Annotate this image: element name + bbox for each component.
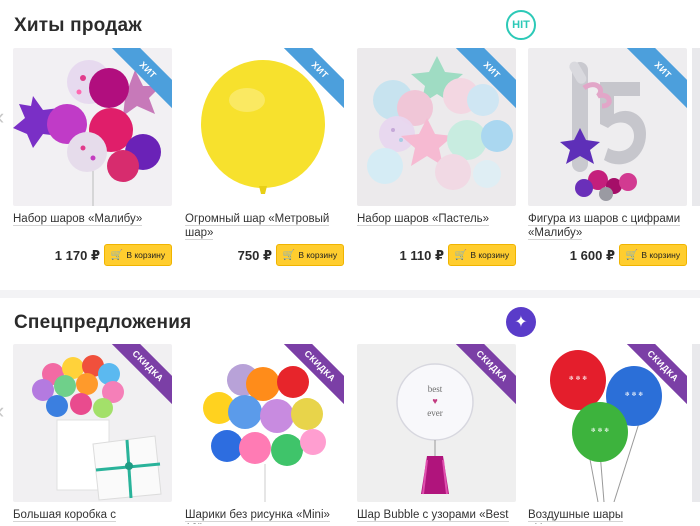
next-card-peek[interactable] bbox=[692, 344, 700, 502]
product-title[interactable]: Шарики без рисунка «Mini» 10" bbox=[185, 508, 344, 524]
svg-text:❄ ❄ ❄: ❄ ❄ ❄ bbox=[591, 427, 609, 434]
svg-text:♥: ♥ bbox=[432, 396, 437, 406]
add-to-cart-button[interactable]: 🛒 В корзину bbox=[448, 244, 516, 266]
product-price: 750 ₽ bbox=[237, 248, 272, 263]
product-card[interactable]: ХИТ Набор шаров «Пастель» 1 110 ₽ 🛒 В кор… bbox=[357, 48, 516, 268]
offers-section-title: Спецпредложения bbox=[14, 312, 192, 333]
product-image[interactable]: ХИТ bbox=[13, 48, 172, 206]
svg-text:❄ ❄ ❄: ❄ ❄ ❄ bbox=[625, 391, 643, 398]
svg-text:❄ ❄ ❄: ❄ ❄ ❄ bbox=[569, 375, 587, 382]
buy-row: 1 600 ₽ 🛒 В корзину bbox=[528, 244, 687, 268]
product-image[interactable]: ХИТ bbox=[185, 48, 344, 206]
cart-icon: 🛒 bbox=[454, 249, 468, 261]
product-price: 1 110 ₽ bbox=[399, 248, 444, 263]
product-card[interactable]: ХИТ Огромный шар «Метровый шар» 750 ₽ 🛒 В… bbox=[185, 48, 344, 268]
product-title[interactable]: Большая коробка с шариками bbox=[13, 508, 172, 524]
carousel-prev-arrow-icon[interactable]: ‹ bbox=[0, 104, 7, 130]
product-card[interactable]: СКИДКА Большая коробка с шариками bbox=[13, 344, 172, 524]
product-card[interactable]: ❄ ❄ ❄ ❄ ❄ ❄ ❄ ❄ ❄ СКИДКА Воздушные шары … bbox=[528, 344, 687, 524]
product-image[interactable]: СКИДКА bbox=[13, 344, 172, 502]
add-to-cart-button[interactable]: 🛒 В корзину bbox=[619, 244, 687, 266]
product-title[interactable]: Шар Bubble с узорами «Best bbox=[357, 508, 516, 524]
add-to-cart-button[interactable]: 🛒 В корзину bbox=[104, 244, 172, 266]
product-title[interactable]: Фигура из шаров с цифрами «Малибу» bbox=[528, 212, 687, 240]
product-title[interactable]: Воздушные шары «Новогодняя bbox=[528, 508, 687, 524]
cart-icon: 🛒 bbox=[625, 249, 639, 261]
buy-row: 750 ₽ 🛒 В корзину bbox=[185, 244, 344, 268]
hit-badge-label: HIT bbox=[512, 19, 530, 31]
product-card[interactable]: ХИТ Набор шаров «Малибу» 1 170 ₽ 🛒 В корз… bbox=[13, 48, 172, 268]
hits-section: Хиты продаж HIT ‹ ХИТ Набор шаров « bbox=[0, 0, 700, 290]
svg-text:ever: ever bbox=[427, 408, 443, 418]
next-card-peek[interactable] bbox=[692, 48, 700, 206]
star-badge-icon: ✦ bbox=[506, 307, 536, 337]
product-price: 1 600 ₽ bbox=[569, 248, 615, 263]
buy-row: 1 170 ₽ 🛒 В корзину bbox=[13, 244, 172, 268]
product-card[interactable]: best ♥ ever СКИДКА Шар Bubble с узорами … bbox=[357, 344, 516, 524]
product-image[interactable]: ХИТ bbox=[528, 48, 687, 206]
product-title[interactable]: Набор шаров «Малибу» bbox=[13, 212, 172, 240]
product-image[interactable]: best ♥ ever СКИДКА bbox=[357, 344, 516, 502]
product-image[interactable]: СКИДКА bbox=[185, 344, 344, 502]
product-price: 1 170 ₽ bbox=[54, 248, 100, 263]
cart-icon: 🛒 bbox=[110, 249, 124, 261]
product-card[interactable]: СКИДКА Шарики без рисунка «Mini» 10" bbox=[185, 344, 344, 524]
section-divider bbox=[0, 290, 700, 298]
hit-badge-icon: HIT bbox=[506, 10, 536, 40]
svg-text:best: best bbox=[428, 384, 443, 394]
product-image[interactable]: ХИТ bbox=[357, 48, 516, 206]
offers-section: Спецпредложения ✦ ‹ СКИДКА Большая короб… bbox=[0, 298, 700, 526]
cart-icon: 🛒 bbox=[282, 249, 296, 261]
product-title[interactable]: Огромный шар «Метровый шар» bbox=[185, 212, 344, 240]
product-image[interactable]: ❄ ❄ ❄ ❄ ❄ ❄ ❄ ❄ ❄ СКИДКА bbox=[528, 344, 687, 502]
carousel-prev-arrow-icon[interactable]: ‹ bbox=[0, 398, 7, 424]
product-title[interactable]: Набор шаров «Пастель» bbox=[357, 212, 516, 240]
buy-row: 1 110 ₽ 🛒 В корзину bbox=[357, 244, 516, 268]
hits-section-title: Хиты продаж bbox=[14, 15, 142, 36]
product-card[interactable]: ХИТ Фигура из шаров с цифрами «Малибу» 1… bbox=[528, 48, 687, 268]
add-to-cart-button[interactable]: 🛒 В корзину bbox=[276, 244, 344, 266]
